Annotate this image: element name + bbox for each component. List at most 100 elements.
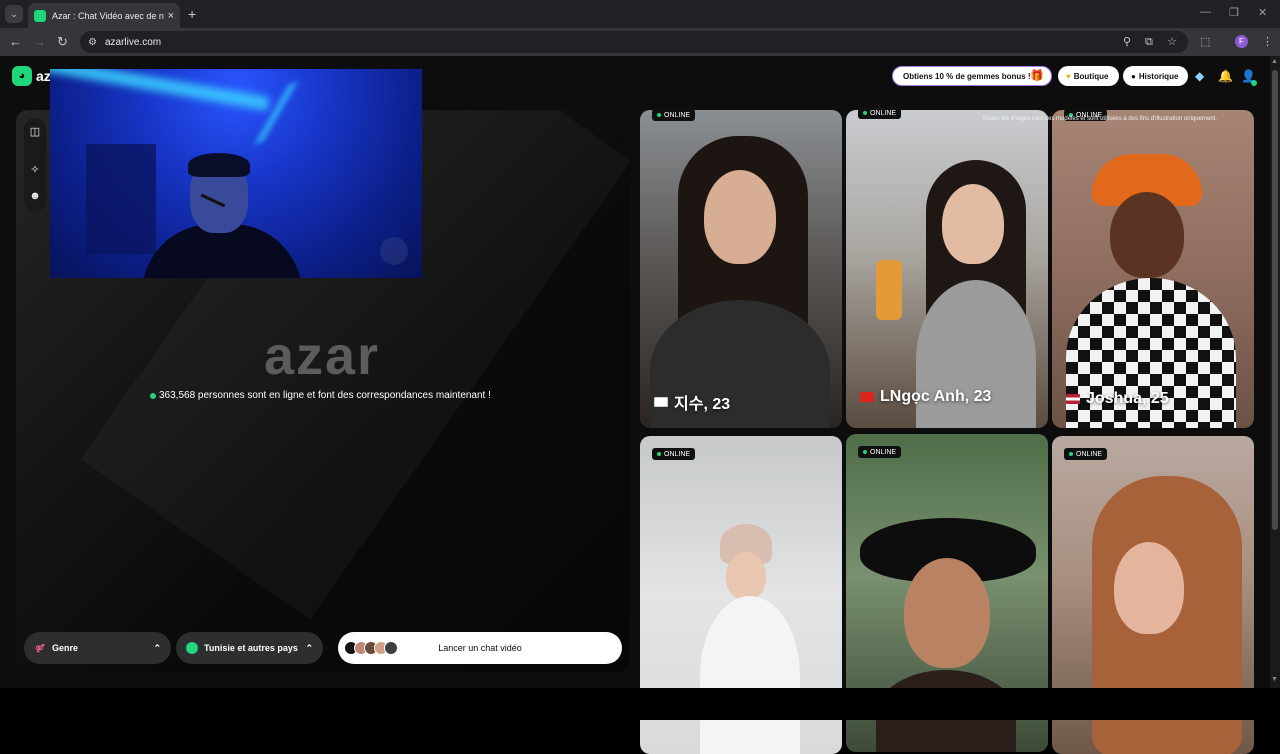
gender-icon: ⚤ bbox=[35, 643, 45, 653]
browser-tabbar: ⌄ Azar : Chat Vidéo avec de nouv × + — ❐… bbox=[0, 0, 1280, 28]
forward-icon[interactable]: → bbox=[33, 34, 46, 50]
gem-bonus-button[interactable]: Obtiens 10 % de gemmes bonus ! 🎁 bbox=[892, 66, 1052, 86]
video-tools: ◫ ✧ ☻ bbox=[24, 118, 46, 212]
magic-wand-icon[interactable]: ✧ bbox=[29, 164, 41, 176]
face bbox=[942, 184, 1004, 264]
address-bar[interactable]: ⚙ azarlive.com bbox=[80, 31, 1188, 53]
online-count: 363,568 personnes sont en ligne et font … bbox=[150, 390, 491, 401]
scroll-thumb[interactable] bbox=[1272, 70, 1278, 530]
face bbox=[704, 170, 776, 264]
site-info-icon[interactable]: ⚙ bbox=[88, 37, 97, 48]
minimize-icon[interactable]: — bbox=[1200, 6, 1211, 18]
country-label: Tunisie et autres pays bbox=[204, 643, 298, 653]
user-hair bbox=[188, 153, 250, 177]
online-label: ONLINE bbox=[664, 111, 691, 119]
online-label: ONLINE bbox=[870, 448, 897, 456]
face bbox=[726, 552, 766, 600]
azar-logo[interactable]: ◕ az bbox=[12, 66, 51, 86]
install-app-icon[interactable]: ⧉ bbox=[1145, 35, 1153, 49]
chat-icon[interactable]: ◆ bbox=[1195, 69, 1204, 83]
online-label: ONLINE bbox=[870, 109, 897, 117]
launch-label: Lancer un chat vidéo bbox=[438, 643, 522, 653]
white-coat bbox=[700, 596, 800, 754]
new-tab-icon[interactable]: + bbox=[188, 5, 196, 23]
image-disclaimer: Toutes les images sont des modèles et so… bbox=[982, 116, 1217, 122]
online-text: 363,568 personnes sont en ligne et font … bbox=[159, 390, 491, 401]
chevron-up-icon: ⌃ bbox=[153, 642, 161, 653]
gender-label: Genre bbox=[52, 643, 79, 653]
online-dot bbox=[150, 392, 156, 399]
scroll-up-icon[interactable]: ▲ bbox=[1271, 58, 1278, 65]
drink bbox=[876, 260, 902, 320]
online-status-dot bbox=[1251, 80, 1257, 86]
gender-filter-button[interactable]: ⚤ Genre ⌃ bbox=[24, 632, 171, 664]
menu-icon[interactable]: ⋮ bbox=[1262, 35, 1273, 49]
badge-dot bbox=[1069, 452, 1073, 456]
close-tab-icon[interactable]: × bbox=[168, 10, 174, 22]
online-badge: ONLINE bbox=[858, 446, 902, 458]
logo-text: az bbox=[36, 68, 51, 84]
browser-tab[interactable]: Azar : Chat Vidéo avec de nouv × bbox=[28, 3, 180, 28]
online-badge: ONLINE bbox=[652, 448, 696, 460]
profile-name: Joshua, 25 bbox=[1066, 390, 1169, 408]
online-badge: ONLINE bbox=[858, 107, 902, 119]
profile-avatar[interactable]: F bbox=[1235, 35, 1248, 48]
profile-card[interactable] bbox=[846, 110, 1048, 428]
history-icon: ● bbox=[1131, 71, 1136, 81]
chevron-up-icon: ⌃ bbox=[305, 642, 313, 653]
browser-toolbar: ← → ↻ ⚙ azarlive.com ⚲ ⧉ ☆ ⬚ ⋮ bbox=[0, 28, 1280, 56]
online-badge: ONLINE bbox=[1064, 448, 1108, 460]
profile-name-text: 지수, 23 bbox=[674, 396, 731, 413]
tab-search-icon[interactable]: ⌄ bbox=[5, 5, 23, 23]
shop-label: Boutique bbox=[1073, 71, 1109, 81]
korea-flag-icon bbox=[654, 397, 668, 407]
notifications-bell-icon[interactable]: 🔔 bbox=[1218, 69, 1233, 83]
azar-page: ◕ az Obtiens 10 % de gemmes bonus ! 🎁 ♥ … bbox=[0, 56, 1270, 754]
scroll-down-icon[interactable]: ▼ bbox=[1271, 676, 1278, 683]
badge-dot bbox=[863, 111, 867, 115]
background-door bbox=[86, 144, 156, 254]
extensions-icon[interactable]: ⬚ bbox=[1200, 35, 1210, 49]
tab-title: Azar : Chat Vidéo avec de nouv bbox=[52, 10, 164, 21]
close-window-icon[interactable]: ✕ bbox=[1258, 6, 1267, 19]
face bbox=[904, 558, 990, 668]
promo-label: Obtiens 10 % de gemmes bonus ! bbox=[903, 71, 1031, 81]
launch-video-chat-button[interactable]: Lancer un chat vidéo bbox=[338, 632, 622, 664]
profile-card[interactable] bbox=[1052, 110, 1254, 428]
online-label: ONLINE bbox=[664, 450, 691, 458]
gift-icon: 🎁 bbox=[1030, 70, 1044, 82]
back-icon[interactable]: ← bbox=[9, 34, 22, 50]
sticker-icon[interactable]: ☻ bbox=[29, 190, 41, 202]
badge-dot bbox=[657, 113, 661, 117]
online-label: ONLINE bbox=[1076, 450, 1103, 458]
profile-name: 지수, 23 bbox=[654, 390, 730, 414]
zoom-icon[interactable]: ⚲ bbox=[1123, 35, 1131, 49]
azar-watermark: azar bbox=[263, 326, 381, 386]
face bbox=[1110, 192, 1184, 278]
heart-icon: ♥ bbox=[1066, 71, 1071, 81]
shop-button[interactable]: ♥ Boutique bbox=[1058, 66, 1119, 86]
azar-logo-icon: ◕ bbox=[12, 66, 32, 86]
url-text: azarlive.com bbox=[104, 36, 162, 48]
profile-name-text: Joshua, 25 bbox=[1086, 390, 1169, 407]
maximize-icon[interactable]: ❐ bbox=[1229, 6, 1239, 19]
reload-icon[interactable]: ↻ bbox=[57, 34, 68, 50]
self-camera-preview bbox=[50, 69, 422, 278]
badge-dot bbox=[863, 450, 867, 454]
bookmark-star-icon[interactable]: ☆ bbox=[1167, 35, 1177, 49]
badge-dot bbox=[657, 452, 661, 456]
history-label: Historique bbox=[1138, 71, 1179, 81]
avatar-placeholder-icon bbox=[380, 237, 408, 265]
profile-card[interactable] bbox=[640, 110, 842, 428]
azar-favicon-icon bbox=[34, 9, 46, 22]
country-filter-button[interactable]: Tunisie et autres pays ⌃ bbox=[176, 632, 323, 664]
camera-switch-icon[interactable]: ◫ bbox=[29, 126, 41, 138]
history-button[interactable]: ● Historique bbox=[1123, 66, 1188, 86]
vietnam-flag-icon bbox=[860, 392, 874, 402]
usa-flag-icon bbox=[1066, 394, 1080, 404]
page-scrollbar[interactable]: ▲ ▼ bbox=[1270, 56, 1280, 688]
face bbox=[1114, 542, 1184, 634]
profile-name-text: LNgọc Anh, 23 bbox=[880, 388, 992, 405]
globe-icon bbox=[186, 642, 198, 654]
taskbar-area bbox=[0, 688, 1280, 720]
